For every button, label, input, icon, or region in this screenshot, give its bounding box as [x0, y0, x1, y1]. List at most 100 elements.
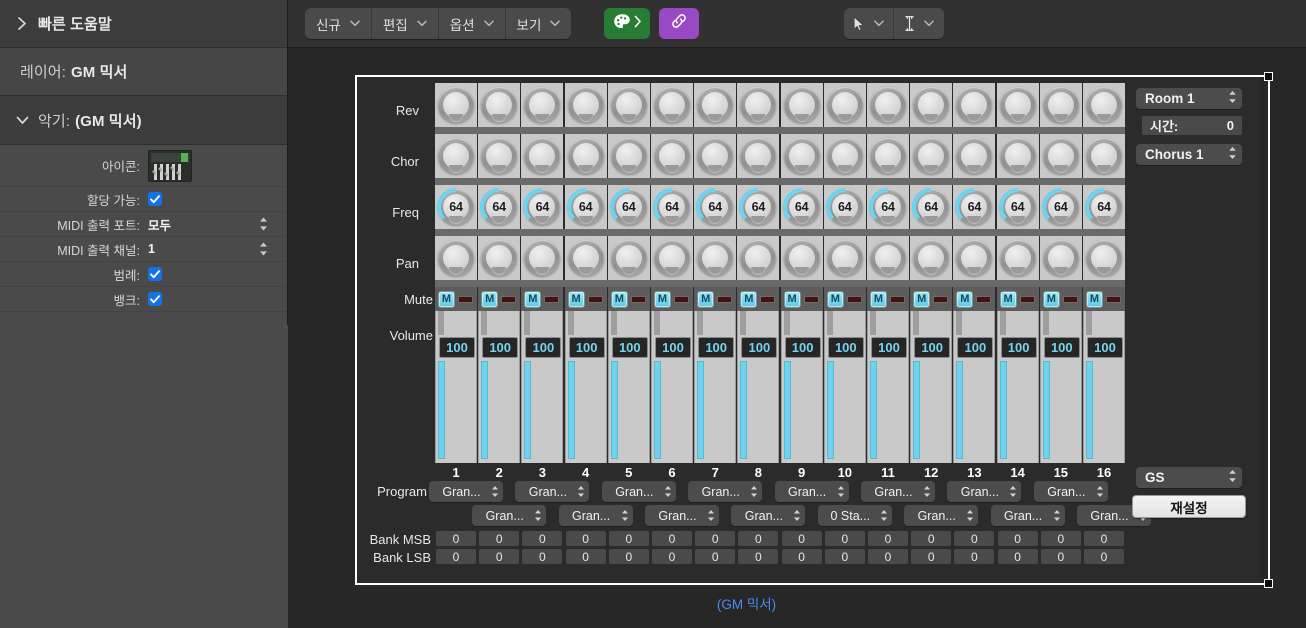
program-popup[interactable]: Gran...	[559, 505, 633, 526]
volume-value-display[interactable]: 100	[1087, 337, 1123, 358]
pan-cell[interactable]	[435, 236, 477, 280]
chor-cell[interactable]	[651, 134, 693, 178]
program-popup[interactable]: Gran...	[1034, 481, 1108, 502]
volume-value-display[interactable]: 100	[785, 337, 821, 358]
chor-knob[interactable]	[1000, 138, 1036, 174]
bank-lsb-cell[interactable]: 0	[522, 549, 562, 564]
pan-cell[interactable]	[737, 236, 779, 280]
chor-cell[interactable]	[910, 134, 952, 178]
midi-out-port-stepper-icon[interactable]	[258, 215, 269, 233]
pan-knob[interactable]	[913, 240, 949, 276]
mute-cell[interactable]: M	[781, 287, 823, 311]
volume-value-display[interactable]: 100	[1044, 337, 1080, 358]
pan-cell[interactable]	[953, 236, 995, 280]
volume-cell[interactable]: 100	[435, 311, 477, 463]
chor-cell[interactable]	[435, 134, 477, 178]
standard-popup[interactable]: GS	[1136, 467, 1242, 488]
chor-knob[interactable]	[697, 138, 733, 174]
volume-value-display[interactable]: 100	[828, 337, 864, 358]
program-popup[interactable]: Gran...	[472, 505, 546, 526]
volume-cell[interactable]: 100	[694, 311, 736, 463]
rev-knob[interactable]	[654, 87, 690, 123]
freq-cell[interactable]: 64	[478, 185, 520, 229]
chor-knob[interactable]	[913, 138, 949, 174]
text-tool[interactable]	[894, 8, 944, 39]
bank-lsb-cell[interactable]: 0	[436, 549, 476, 564]
pan-cell[interactable]	[478, 236, 520, 280]
midi-out-channel-value[interactable]: 1	[148, 242, 155, 256]
bank-msb-cell[interactable]: 0	[954, 531, 994, 546]
pan-knob[interactable]	[740, 240, 776, 276]
mute-cell[interactable]: M	[1083, 287, 1125, 311]
reverb-type-popup[interactable]: Room 1	[1136, 88, 1242, 109]
volume-fader-bar[interactable]	[654, 361, 661, 459]
volume-fader-bar[interactable]	[481, 361, 488, 459]
program-popup[interactable]: Gran...	[775, 481, 849, 502]
quick-help-header[interactable]: 빠른 도움말	[0, 0, 287, 48]
volume-cell[interactable]: 100	[1083, 311, 1125, 463]
bank-lsb-cell[interactable]: 0	[652, 549, 692, 564]
rev-cell[interactable]	[910, 83, 952, 127]
pan-cell[interactable]	[565, 236, 607, 280]
mute-cell[interactable]: M	[608, 287, 650, 311]
gm-mixer-object[interactable]: Rev Chor Freq Pan Mute Volume Program Ba…	[357, 77, 1260, 583]
mute-button[interactable]: M	[956, 291, 973, 308]
freq-cell[interactable]: 64	[694, 185, 736, 229]
volume-value-display[interactable]: 100	[525, 337, 561, 358]
program-popup[interactable]: Gran...	[904, 505, 978, 526]
bank-msb-cell[interactable]: 0	[998, 531, 1038, 546]
instrument-header[interactable]: 악기: (GM 믹서)	[0, 96, 287, 145]
volume-cell[interactable]: 100	[781, 311, 823, 463]
bank-checkbox[interactable]	[148, 292, 162, 306]
volume-value-display[interactable]: 100	[957, 337, 993, 358]
freq-cell[interactable]: 64	[651, 185, 693, 229]
rev-cell[interactable]	[781, 83, 823, 127]
mute-cell[interactable]: M	[953, 287, 995, 311]
volume-fader-bar[interactable]	[611, 361, 618, 459]
program-popup[interactable]: Gran...	[602, 481, 676, 502]
environment-canvas[interactable]: Rev Chor Freq Pan Mute Volume Program Ba…	[289, 48, 1306, 628]
rev-cell[interactable]	[737, 83, 779, 127]
mute-cell[interactable]: M	[824, 287, 866, 311]
chor-knob[interactable]	[827, 138, 863, 174]
volume-cell[interactable]: 100	[953, 311, 995, 463]
bank-msb-cell[interactable]: 0	[436, 531, 476, 546]
rev-cell[interactable]	[1083, 83, 1125, 127]
chor-knob[interactable]	[956, 138, 992, 174]
pan-knob[interactable]	[568, 240, 604, 276]
program-popup[interactable]: Gran...	[947, 481, 1021, 502]
bank-lsb-cell[interactable]: 0	[911, 549, 951, 564]
pan-knob[interactable]	[697, 240, 733, 276]
freq-cell[interactable]: 64	[737, 185, 779, 229]
rev-knob[interactable]	[697, 87, 733, 123]
colors-button[interactable]	[604, 8, 650, 39]
pan-cell[interactable]	[781, 236, 823, 280]
chor-cell[interactable]	[1083, 134, 1125, 178]
volume-cell[interactable]: 100	[910, 311, 952, 463]
menu-edit[interactable]: 편집	[372, 8, 439, 39]
volume-fader-bar[interactable]	[740, 361, 747, 459]
rev-knob[interactable]	[740, 87, 776, 123]
menu-options[interactable]: 옵션	[439, 8, 506, 39]
reset-button[interactable]: 재설정	[1132, 495, 1246, 518]
freq-cell[interactable]: 64	[910, 185, 952, 229]
pan-cell[interactable]	[1040, 236, 1082, 280]
mute-button[interactable]: M	[827, 291, 844, 308]
resize-handle-bottom-right[interactable]	[1264, 579, 1273, 588]
bank-msb-cell[interactable]: 0	[1041, 531, 1081, 546]
pan-cell[interactable]	[997, 236, 1039, 280]
chor-knob[interactable]	[870, 138, 906, 174]
pan-cell[interactable]	[694, 236, 736, 280]
freq-knob[interactable]: 64	[740, 189, 776, 225]
freq-cell[interactable]: 64	[781, 185, 823, 229]
pan-knob[interactable]	[870, 240, 906, 276]
mute-cell[interactable]: M	[651, 287, 693, 311]
chor-cell[interactable]	[997, 134, 1039, 178]
rev-knob[interactable]	[827, 87, 863, 123]
bank-lsb-cell[interactable]: 0	[479, 549, 519, 564]
rev-knob[interactable]	[784, 87, 820, 123]
pointer-tool[interactable]	[844, 8, 894, 39]
bank-msb-cell[interactable]: 0	[1084, 531, 1124, 546]
bank-lsb-cell[interactable]: 0	[1041, 549, 1081, 564]
mute-button[interactable]: M	[697, 291, 714, 308]
